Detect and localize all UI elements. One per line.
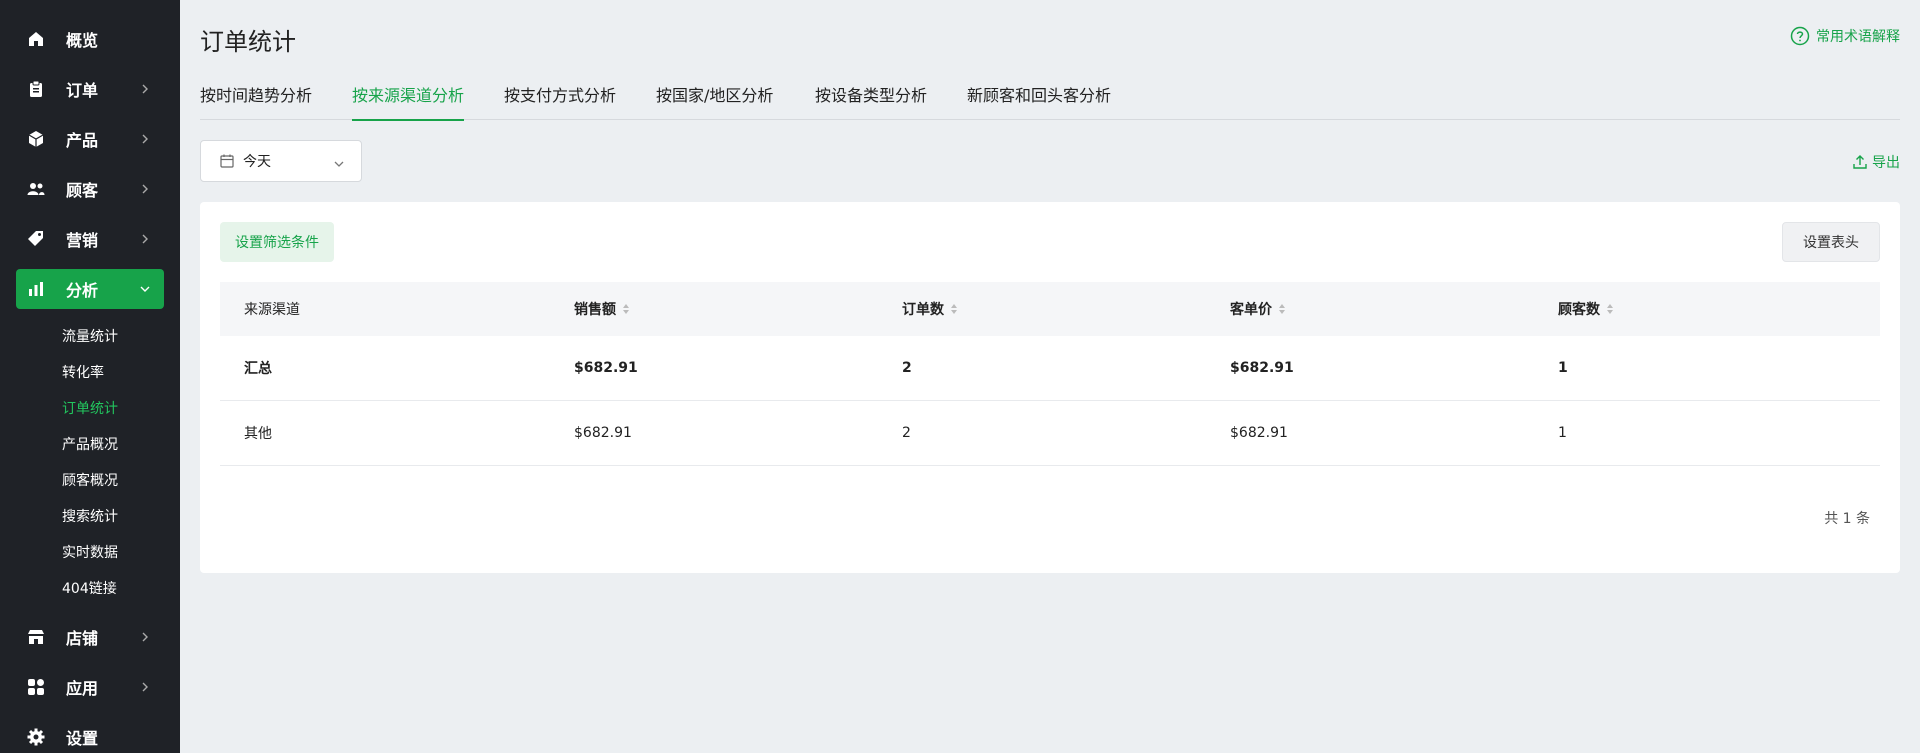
glossary-link[interactable]: 常用术语解释 <box>1790 26 1900 46</box>
users-icon <box>26 179 46 199</box>
table-cell: $682.91 <box>574 425 632 441</box>
chevron-down-icon <box>333 155 345 167</box>
table-cell: 2 <box>902 425 911 441</box>
sort-icon <box>950 303 958 315</box>
table-cell: 2 <box>902 360 912 376</box>
table-row: 其他 $682.91 2 $682.91 1 <box>220 401 1880 466</box>
apps-icon <box>26 677 46 697</box>
gear-icon <box>26 727 46 747</box>
sidebar-subitem-order-stats[interactable]: 订单统计 <box>62 397 118 421</box>
chevron-right-icon <box>138 630 152 644</box>
glossary-link-label: 常用术语解释 <box>1816 29 1900 45</box>
table-cell: 1 <box>1558 360 1568 376</box>
sidebar-item-label: 产品 <box>66 131 99 150</box>
sidebar: 概览 订单 产品 顾客 营销 分析 流量统计 转化率 订单统计 产品概况 顾客概… <box>0 0 180 753</box>
chevron-down-icon <box>138 282 152 296</box>
bar-chart-icon <box>26 279 46 299</box>
clipboard-icon <box>26 79 46 99</box>
table-cell: $682.91 <box>1230 360 1294 376</box>
table-cell: 汇总 <box>244 361 272 377</box>
chevron-right-icon <box>138 132 152 146</box>
sidebar-item-analytics[interactable]: 分析 <box>16 269 164 309</box>
sidebar-item-apps[interactable]: 应用 <box>16 667 164 707</box>
store-icon <box>26 627 46 647</box>
date-range-value: 今天 <box>243 154 271 170</box>
sort-icon <box>1278 303 1286 315</box>
set-filter-button[interactable]: 设置筛选条件 <box>220 222 334 262</box>
tab-by-time[interactable]: 按时间趋势分析 <box>200 84 312 120</box>
tab-by-payment-method[interactable]: 按支付方式分析 <box>504 84 616 120</box>
sidebar-item-marketing[interactable]: 营销 <box>16 219 164 259</box>
sidebar-item-orders[interactable]: 订单 <box>16 69 164 109</box>
report-card: 设置筛选条件 设置表头 来源渠道 销售额 订单数 客单价 顾客数 汇总 $682… <box>200 202 1900 573</box>
date-range-select[interactable]: 今天 <box>200 140 362 182</box>
sort-icon <box>622 303 630 315</box>
sidebar-item-label: 概览 <box>66 31 99 50</box>
sidebar-item-products[interactable]: 产品 <box>16 119 164 159</box>
sidebar-item-overview[interactable]: 概览 <box>16 19 164 59</box>
sidebar-subitem-customer-overview[interactable]: 顾客概况 <box>62 469 118 493</box>
tag-icon <box>26 229 46 249</box>
column-header-customers[interactable]: 顾客数 <box>1558 282 1614 336</box>
set-columns-button[interactable]: 设置表头 <box>1782 222 1880 262</box>
chevron-right-icon <box>138 232 152 246</box>
box-icon <box>26 129 46 149</box>
tab-by-device-type[interactable]: 按设备类型分析 <box>815 84 927 120</box>
tab-by-source-channel[interactable]: 按来源渠道分析 <box>352 84 465 121</box>
sidebar-item-settings[interactable]: 设置 <box>16 717 164 753</box>
help-circle-icon <box>1790 26 1810 46</box>
tab-by-country-region[interactable]: 按国家/地区分析 <box>656 84 773 120</box>
sidebar-item-label: 设置 <box>66 729 99 748</box>
table-cell: $682.91 <box>574 360 638 376</box>
column-header-orders[interactable]: 订单数 <box>902 282 958 336</box>
table-summary-row: 汇总 $682.91 2 $682.91 1 <box>220 336 1880 401</box>
sidebar-subitem-conversion[interactable]: 转化率 <box>62 361 104 385</box>
sidebar-subitem-product-overview[interactable]: 产品概况 <box>62 433 118 457</box>
export-button[interactable]: 导出 <box>1852 152 1900 172</box>
sidebar-subitem-realtime[interactable]: 实时数据 <box>62 541 118 565</box>
analysis-tabs: 按时间趋势分析 按来源渠道分析 按支付方式分析 按国家/地区分析 按设备类型分析… <box>200 84 1900 121</box>
upload-icon <box>1852 154 1868 170</box>
calendar-icon <box>219 153 235 169</box>
page-title: 订单统计 <box>200 28 296 56</box>
column-header-label: 客单价 <box>1230 302 1272 318</box>
column-header-sales[interactable]: 销售额 <box>574 282 630 336</box>
table-header: 来源渠道 销售额 订单数 客单价 顾客数 <box>220 282 1880 336</box>
sidebar-item-label: 应用 <box>66 679 99 698</box>
sidebar-item-store[interactable]: 店铺 <box>16 617 164 657</box>
home-icon <box>26 29 46 49</box>
sidebar-subitem-search-stats[interactable]: 搜索统计 <box>62 505 118 529</box>
column-header-label: 销售额 <box>574 302 616 318</box>
table-cell: 1 <box>1558 425 1567 441</box>
sidebar-subitem-404-links[interactable]: 404链接 <box>62 577 117 601</box>
column-header-label: 订单数 <box>902 302 944 318</box>
chevron-right-icon <box>138 82 152 96</box>
tab-new-vs-returning[interactable]: 新顾客和回头客分析 <box>967 84 1111 120</box>
sidebar-item-label: 店铺 <box>66 629 99 648</box>
column-header-avg-order-value[interactable]: 客单价 <box>1230 282 1286 336</box>
pagination-total: 共 1 条 <box>1824 511 1870 527</box>
column-header-label: 顾客数 <box>1558 302 1600 318</box>
column-header-source: 来源渠道 <box>244 302 300 318</box>
chevron-right-icon <box>138 680 152 694</box>
sidebar-item-label: 顾客 <box>66 181 99 200</box>
sidebar-item-label: 订单 <box>66 81 99 100</box>
sort-icon <box>1606 303 1614 315</box>
export-label: 导出 <box>1872 155 1900 171</box>
table-cell: $682.91 <box>1230 425 1288 441</box>
sidebar-item-label: 分析 <box>66 281 99 300</box>
chevron-right-icon <box>138 182 152 196</box>
table-cell: 其他 <box>244 426 272 442</box>
sidebar-subitem-traffic[interactable]: 流量统计 <box>62 325 118 349</box>
source-channel-table: 来源渠道 销售额 订单数 客单价 顾客数 汇总 $682.91 2 $682.9… <box>220 282 1880 466</box>
sidebar-item-customers[interactable]: 顾客 <box>16 169 164 209</box>
sidebar-item-label: 营销 <box>66 231 99 250</box>
